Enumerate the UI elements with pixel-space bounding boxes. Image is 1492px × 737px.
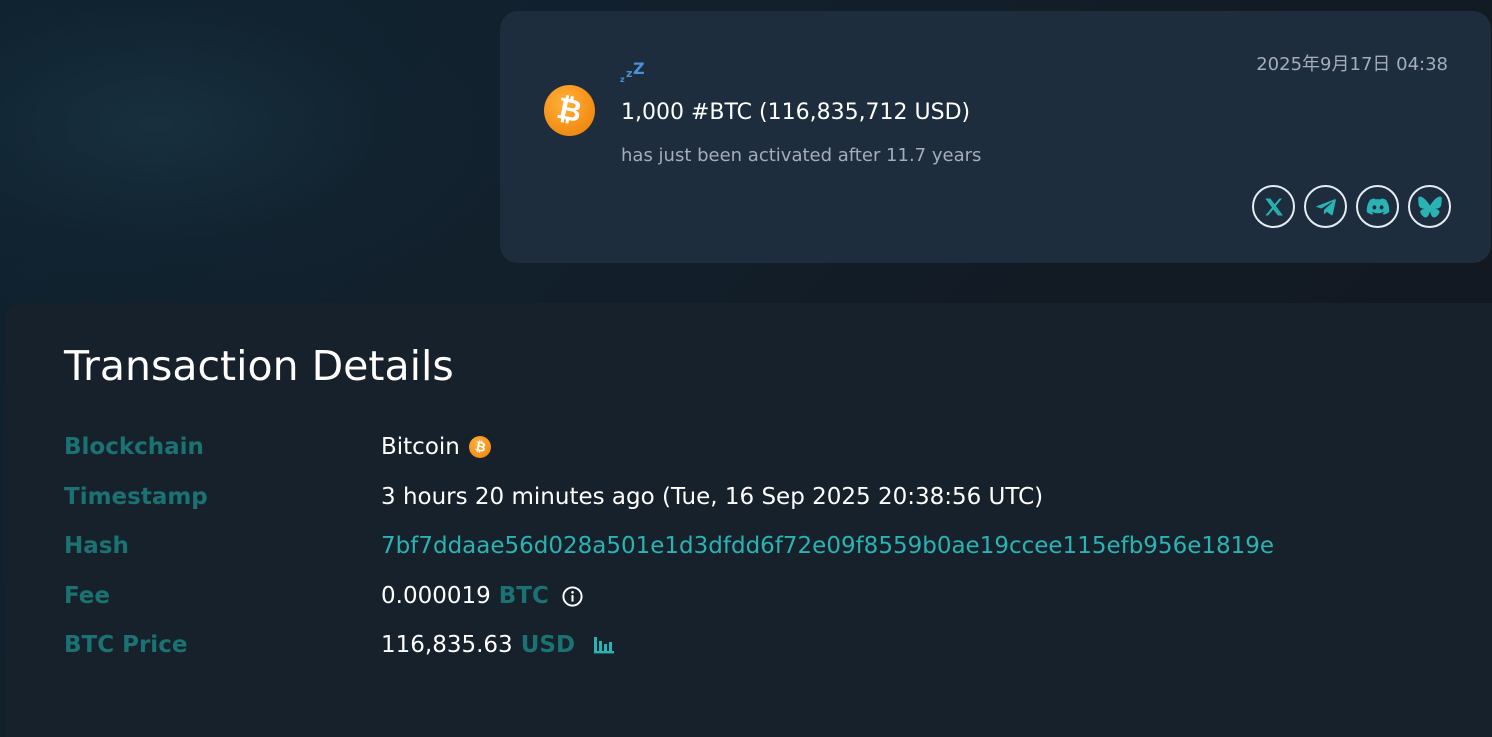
fee-amount: 0.000019 xyxy=(381,583,491,609)
bitcoin-icon: ₿ xyxy=(544,85,595,136)
svg-text:z: z xyxy=(620,75,625,84)
bitcoin-icon: ₿ xyxy=(468,436,491,458)
detail-label: Fee xyxy=(64,583,110,609)
share-discord-button[interactable] xyxy=(1356,185,1399,228)
detail-row-timestamp: Timestamp 3 hours 20 minutes ago (Tue, 1… xyxy=(64,484,1464,514)
share-bluesky-button[interactable] xyxy=(1408,185,1451,228)
alert-card: ₿ z z Z 1,000 #BTC (116,835,712 USD) has… xyxy=(500,11,1491,263)
sleep-zzz-icon: z z Z xyxy=(620,59,645,84)
timestamp-value: 3 hours 20 minutes ago (Tue, 16 Sep 2025… xyxy=(381,484,1044,510)
blockchain-name: Bitcoin xyxy=(381,434,460,460)
fee-unit: BTC xyxy=(498,583,549,609)
detail-row-fee: Fee 0.000019 BTC xyxy=(64,583,1464,613)
detail-label: Blockchain xyxy=(64,434,204,460)
alert-amount: 1,000 #BTC (116,835,712 USD) xyxy=(621,100,971,125)
detail-row-blockchain: Blockchain Bitcoin ₿ xyxy=(64,434,1464,464)
detail-value: 3 hours 20 minutes ago (Tue, 16 Sep 2025… xyxy=(381,484,1043,510)
telegram-icon xyxy=(1315,198,1336,215)
detail-label: Timestamp xyxy=(64,484,208,510)
detail-value: 0.000019 BTC xyxy=(381,583,584,609)
share-telegram-button[interactable] xyxy=(1304,185,1347,228)
hash-link[interactable]: 7bf7ddaae56d028a501e1d3dfdd6f72e09f8559b… xyxy=(381,533,1274,559)
x-icon xyxy=(1264,197,1283,216)
detail-label: BTC Price xyxy=(64,632,188,658)
detail-value: 7bf7ddaae56d028a501e1d3dfdd6f72e09f8559b… xyxy=(381,533,1274,559)
detail-value: Bitcoin ₿ xyxy=(381,434,491,460)
background-glow xyxy=(0,0,520,310)
share-x-button[interactable] xyxy=(1252,185,1295,228)
alert-date: 2025年9月17日 04:38 xyxy=(1256,54,1448,75)
detail-row-price: BTC Price 116,835.63 USD xyxy=(64,632,1464,662)
bar-chart-icon[interactable] xyxy=(593,635,615,655)
discord-icon xyxy=(1366,197,1389,215)
bitcoin-symbol: ₿ xyxy=(473,438,487,456)
info-icon[interactable] xyxy=(561,585,584,608)
detail-row-hash: Hash 7bf7ddaae56d028a501e1d3dfdd6f72e09f… xyxy=(64,533,1464,563)
svg-text:Z: Z xyxy=(633,59,645,78)
detail-value: 116,835.63 USD xyxy=(381,632,615,658)
transaction-details-panel: Transaction Details Blockchain Bitcoin ₿… xyxy=(5,303,1492,737)
price-amount: 116,835.63 xyxy=(381,632,513,658)
bitcoin-symbol: ₿ xyxy=(553,90,586,130)
share-buttons xyxy=(1252,185,1451,228)
page-title: Transaction Details xyxy=(64,342,454,390)
bluesky-icon xyxy=(1417,195,1442,218)
svg-text:z: z xyxy=(626,67,632,80)
price-unit: USD xyxy=(520,632,576,658)
detail-label: Hash xyxy=(64,533,129,559)
alert-subtitle: has just been activated after 11.7 years xyxy=(621,145,982,166)
